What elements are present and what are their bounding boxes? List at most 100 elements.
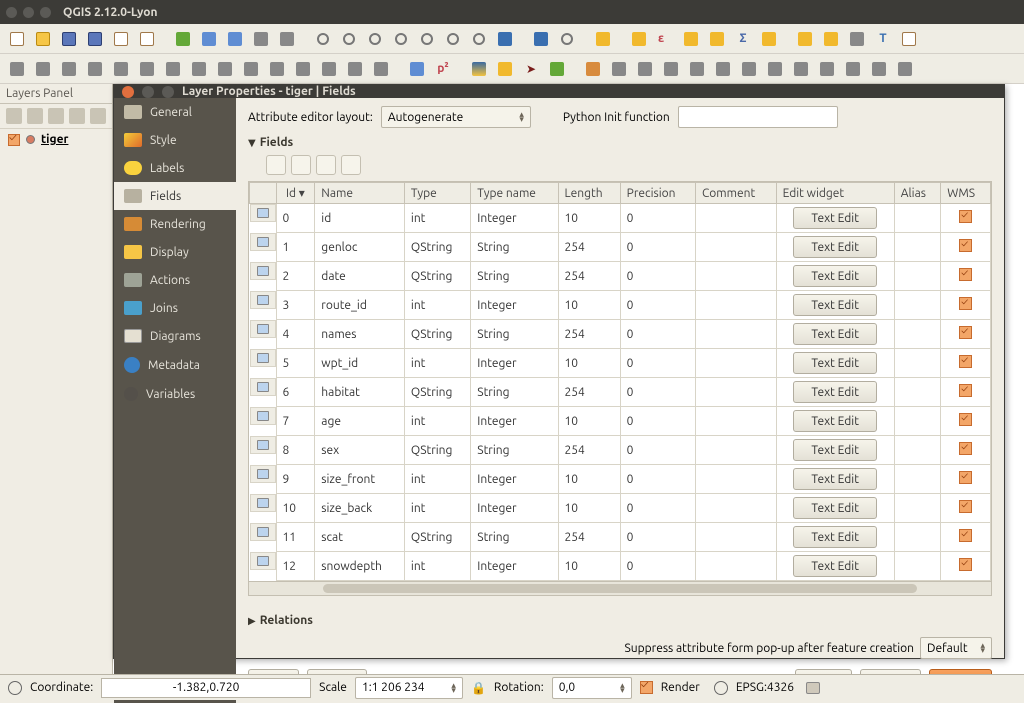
edit-widget-button[interactable]: Text Edit xyxy=(793,294,877,316)
s8-icon[interactable] xyxy=(790,58,812,80)
sidebar-item-rendering[interactable]: Rendering xyxy=(114,210,236,238)
redo-icon[interactable] xyxy=(344,58,366,80)
s2-icon[interactable] xyxy=(634,58,656,80)
table-row[interactable]: 11 scat QString String 254 0 Text Edit xyxy=(250,523,991,552)
table-hscroll[interactable] xyxy=(248,582,992,596)
node-tool-icon[interactable] xyxy=(224,28,246,50)
zoom-next-icon[interactable] xyxy=(468,28,490,50)
sidebar-item-actions[interactable]: Actions xyxy=(114,266,236,294)
table-row[interactable]: 7 age int Integer 10 0 Text Edit xyxy=(250,407,991,436)
column-header[interactable]: Type name xyxy=(471,183,558,204)
maximize-icon[interactable] xyxy=(40,7,51,18)
lock-icon[interactable]: 🔒 xyxy=(471,681,486,695)
pt-icon[interactable] xyxy=(84,58,106,80)
d2-icon[interactable] xyxy=(276,28,298,50)
paste-icon[interactable] xyxy=(292,58,314,80)
close-icon[interactable] xyxy=(6,7,17,18)
wms-checkbox[interactable] xyxy=(959,384,972,397)
open-project-icon[interactable] xyxy=(32,28,54,50)
layer-item-tiger[interactable]: tiger xyxy=(0,129,112,150)
edit-widget-button[interactable]: Text Edit xyxy=(793,207,877,229)
mv-icon[interactable] xyxy=(162,58,184,80)
table-row[interactable]: 10 size_back int Integer 10 0 Text Edit xyxy=(250,494,991,523)
wms-checkbox[interactable] xyxy=(959,239,972,252)
attr-layout-combo[interactable]: Autogenerate ▴▾ xyxy=(381,106,531,128)
sidebar-item-variables[interactable]: Variables xyxy=(114,380,236,408)
copy-icon[interactable] xyxy=(266,58,288,80)
coord-field[interactable]: -1.382,0.720 xyxy=(101,678,311,698)
messages-icon[interactable] xyxy=(806,682,820,694)
rt-icon[interactable] xyxy=(188,58,210,80)
table-row[interactable]: 3 route_id int Integer 10 0 Text Edit xyxy=(250,291,991,320)
move-feature-icon[interactable] xyxy=(198,28,220,50)
wms-checkbox[interactable] xyxy=(959,297,972,310)
calc-field-icon[interactable] xyxy=(341,155,361,175)
wms-checkbox[interactable] xyxy=(959,210,972,223)
scroll-thumb[interactable] xyxy=(323,584,917,593)
zoom-out-icon[interactable] xyxy=(338,28,360,50)
scale-combo[interactable]: 1:1 206 234▴▾ xyxy=(355,677,463,699)
s10-icon[interactable] xyxy=(842,58,864,80)
suppress-combo[interactable]: Default ▴▾ xyxy=(920,637,992,659)
edit-widget-button[interactable]: Text Edit xyxy=(793,410,877,432)
sidebar-item-metadata[interactable]: Metadata xyxy=(114,350,236,380)
table-row[interactable]: 4 names QString String 254 0 Text Edit xyxy=(250,320,991,349)
add-field-icon[interactable] xyxy=(266,155,286,175)
arrow-icon[interactable]: ➤ xyxy=(520,58,542,80)
expr-icon[interactable] xyxy=(69,108,85,124)
proc-icon[interactable] xyxy=(406,58,428,80)
ring-icon[interactable] xyxy=(370,58,392,80)
rotation-spinner[interactable]: 0,0▴▾ xyxy=(552,677,632,699)
wms-checkbox[interactable] xyxy=(959,500,972,513)
sidebar-item-joins[interactable]: Joins xyxy=(114,294,236,322)
wms-checkbox[interactable] xyxy=(959,471,972,484)
dialog-minimize-icon[interactable] xyxy=(142,86,154,98)
edit-icon[interactable] xyxy=(58,58,80,80)
py-init-input[interactable] xyxy=(678,106,838,128)
edit-widget-button[interactable]: Text Edit xyxy=(793,468,877,490)
s5-icon[interactable] xyxy=(712,58,734,80)
sidebar-item-general[interactable]: General xyxy=(114,98,236,126)
edit-widget-button[interactable]: Text Edit xyxy=(793,265,877,287)
style-icon[interactable] xyxy=(6,108,22,124)
edit-widget-button[interactable]: Text Edit xyxy=(793,497,877,519)
deselect-icon[interactable] xyxy=(628,28,650,50)
fields-section-header[interactable]: ▼Fields xyxy=(248,132,992,153)
sidebar-item-labels[interactable]: Labels xyxy=(114,154,236,182)
edit-widget-button[interactable]: Text Edit xyxy=(793,381,877,403)
undo-icon[interactable] xyxy=(318,58,340,80)
column-header[interactable]: Length xyxy=(558,183,620,204)
table-row[interactable]: 1 genloc QString String 254 0 Text Edit xyxy=(250,233,991,262)
group-icon[interactable] xyxy=(90,108,106,124)
save-as-icon[interactable] xyxy=(84,28,106,50)
s12-icon[interactable] xyxy=(894,58,916,80)
refresh-icon[interactable] xyxy=(494,28,516,50)
column-header[interactable]: Comment xyxy=(695,183,776,204)
column-header[interactable]: Name xyxy=(315,183,405,204)
delete-field-icon[interactable] xyxy=(291,155,311,175)
zoom-sel-icon[interactable] xyxy=(416,28,438,50)
tip-icon[interactable] xyxy=(820,28,842,50)
wms-checkbox[interactable] xyxy=(959,442,972,455)
edit-mode-icon[interactable] xyxy=(316,155,336,175)
wms-checkbox[interactable] xyxy=(959,413,972,426)
crs-icon[interactable] xyxy=(714,681,728,695)
expr-sel-icon[interactable]: ε xyxy=(654,28,676,50)
table-row[interactable]: 12 snowdepth int Integer 10 0 Text Edit xyxy=(250,552,991,581)
edit-widget-button[interactable]: Text Edit xyxy=(793,323,877,345)
column-header[interactable]: Alias xyxy=(894,183,941,204)
table-row[interactable]: 2 date QString String 254 0 Text Edit xyxy=(250,262,991,291)
edit-widget-button[interactable]: Text Edit xyxy=(793,555,877,577)
dialog-close-icon[interactable] xyxy=(122,86,134,98)
edit-widget-button[interactable]: Text Edit xyxy=(793,439,877,461)
bookmark-icon[interactable] xyxy=(794,28,816,50)
wms-checkbox[interactable] xyxy=(959,326,972,339)
column-header[interactable]: Edit widget xyxy=(776,183,894,204)
s11-icon[interactable] xyxy=(868,58,890,80)
text-annot-icon[interactable]: T xyxy=(872,28,894,50)
table-row[interactable]: 0 id int Integer 10 0 Text Edit xyxy=(250,204,991,233)
edit-widget-button[interactable]: Text Edit xyxy=(793,236,877,258)
table-row[interactable]: 9 size_front int Integer 10 0 Text Edit xyxy=(250,465,991,494)
edit-widget-button[interactable]: Text Edit xyxy=(793,352,877,374)
new-project-icon[interactable] xyxy=(6,28,28,50)
